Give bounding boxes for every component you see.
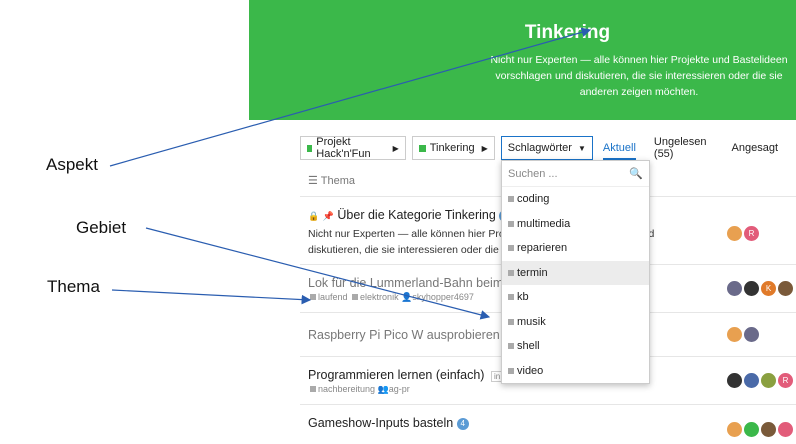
topic-row[interactable]: Gameshow-Inputs basteln 4 (308, 416, 469, 430)
annotation-aspekt: Aspekt (46, 155, 98, 174)
tag-option[interactable]: shell (502, 334, 649, 359)
nav-top[interactable]: Angesagt (732, 142, 778, 154)
avatar[interactable]: R (744, 226, 759, 241)
pin-icon: 📌 (322, 211, 334, 221)
user-icon: 👤 (401, 292, 413, 302)
topic-row[interactable]: Programmieren lernen (einfach) in 4 Ta n… (308, 368, 521, 395)
tag-option[interactable]: musik (502, 310, 649, 335)
tag-option[interactable]: multimedia (502, 212, 649, 237)
caret-down-icon: ▼ (577, 143, 586, 153)
tag-option[interactable]: video (502, 359, 649, 384)
avatar[interactable] (744, 373, 759, 388)
category-description: Nicht nur Experten — alle können hier Pr… (490, 54, 788, 98)
caret-right-icon: ▶ (481, 143, 488, 153)
avatar[interactable]: K (761, 281, 776, 296)
tag-search-input[interactable]: Suchen ... (508, 168, 558, 180)
avatar[interactable] (744, 422, 759, 437)
topic-avatars: R (727, 373, 795, 388)
divider (300, 404, 796, 405)
topic-avatars (727, 327, 761, 342)
topic-tags: laufend elektronik 👤skyhopper4697 (308, 292, 523, 303)
avatar[interactable] (727, 281, 742, 296)
topic-list-header[interactable]: ☰ Thema (308, 174, 355, 187)
topic-avatars: R (727, 226, 761, 241)
group-icon: 👥 (377, 384, 389, 394)
avatar[interactable] (727, 422, 742, 437)
annotation-gebiet: Gebiet (76, 218, 127, 237)
category-color-square (418, 144, 426, 152)
nav-latest[interactable]: Aktuell (602, 142, 636, 160)
list-icon: ☰ (308, 175, 318, 187)
search-icon: 🔍 (629, 168, 643, 180)
tags-dropdown-button[interactable]: Schlagwörter ▼ (500, 136, 593, 160)
category-color-square (307, 144, 313, 152)
tag-option[interactable]: termin (502, 260, 649, 285)
topic-title[interactable]: Lok für die Lummerland-Bahn beim Lin (308, 276, 523, 290)
breadcrumb-subcategory[interactable]: Tinkering ▶ (411, 136, 495, 160)
avatar[interactable] (727, 226, 742, 241)
topic-row[interactable]: Raspberry Pi Pico W ausprobieren (308, 328, 500, 342)
topic-avatars (727, 422, 795, 437)
avatar[interactable] (761, 422, 776, 437)
tag-option[interactable]: coding (502, 187, 649, 212)
avatar[interactable] (778, 281, 793, 296)
tag-search-field[interactable]: Suchen ... 🔍 (502, 161, 649, 187)
topic-tags: nachbereitung 👥ag-pr (308, 384, 520, 395)
lock-icon: 🔒 (308, 211, 320, 221)
avatar[interactable] (727, 327, 742, 342)
topic-title[interactable]: Über die Kategorie Tinkering (337, 208, 495, 222)
avatar[interactable] (727, 373, 742, 388)
avatar[interactable] (778, 422, 793, 437)
topic-title[interactable]: Raspberry Pi Pico W ausprobieren (308, 328, 500, 342)
arrow-thema (111, 289, 312, 305)
caret-right-icon: ▶ (392, 143, 399, 153)
category-banner: Tinkering Nicht nur Experten — alle könn… (249, 0, 796, 120)
tag-option[interactable]: reparieren (502, 236, 649, 261)
topic-title[interactable]: Gameshow-Inputs basteln (308, 416, 453, 430)
category-navbar: Projekt Hack'n'Fun ▶ Tinkering ▶ Schlagw… (300, 136, 796, 160)
topic-title[interactable]: Programmieren lernen (einfach) (308, 368, 484, 382)
category-title: Tinkering (524, 22, 611, 43)
unread-badge: 4 (456, 418, 469, 430)
avatar[interactable] (744, 327, 759, 342)
topic-avatars: K (727, 281, 795, 296)
avatar[interactable] (744, 281, 759, 296)
avatar[interactable]: R (778, 373, 793, 388)
topic-row[interactable]: Lok für die Lummerland-Bahn beim Lin lau… (308, 276, 523, 303)
annotation-thema: Thema (47, 277, 100, 296)
avatar[interactable] (761, 373, 776, 388)
nav-unread[interactable]: Ungelesen (55) (654, 136, 714, 160)
tag-option[interactable]: kb (502, 285, 649, 310)
tags-dropdown-menu: Suchen ... 🔍 coding multimedia repariere… (501, 160, 650, 384)
breadcrumb-parent-category[interactable]: Projekt Hack'n'Fun ▶ (300, 136, 406, 160)
